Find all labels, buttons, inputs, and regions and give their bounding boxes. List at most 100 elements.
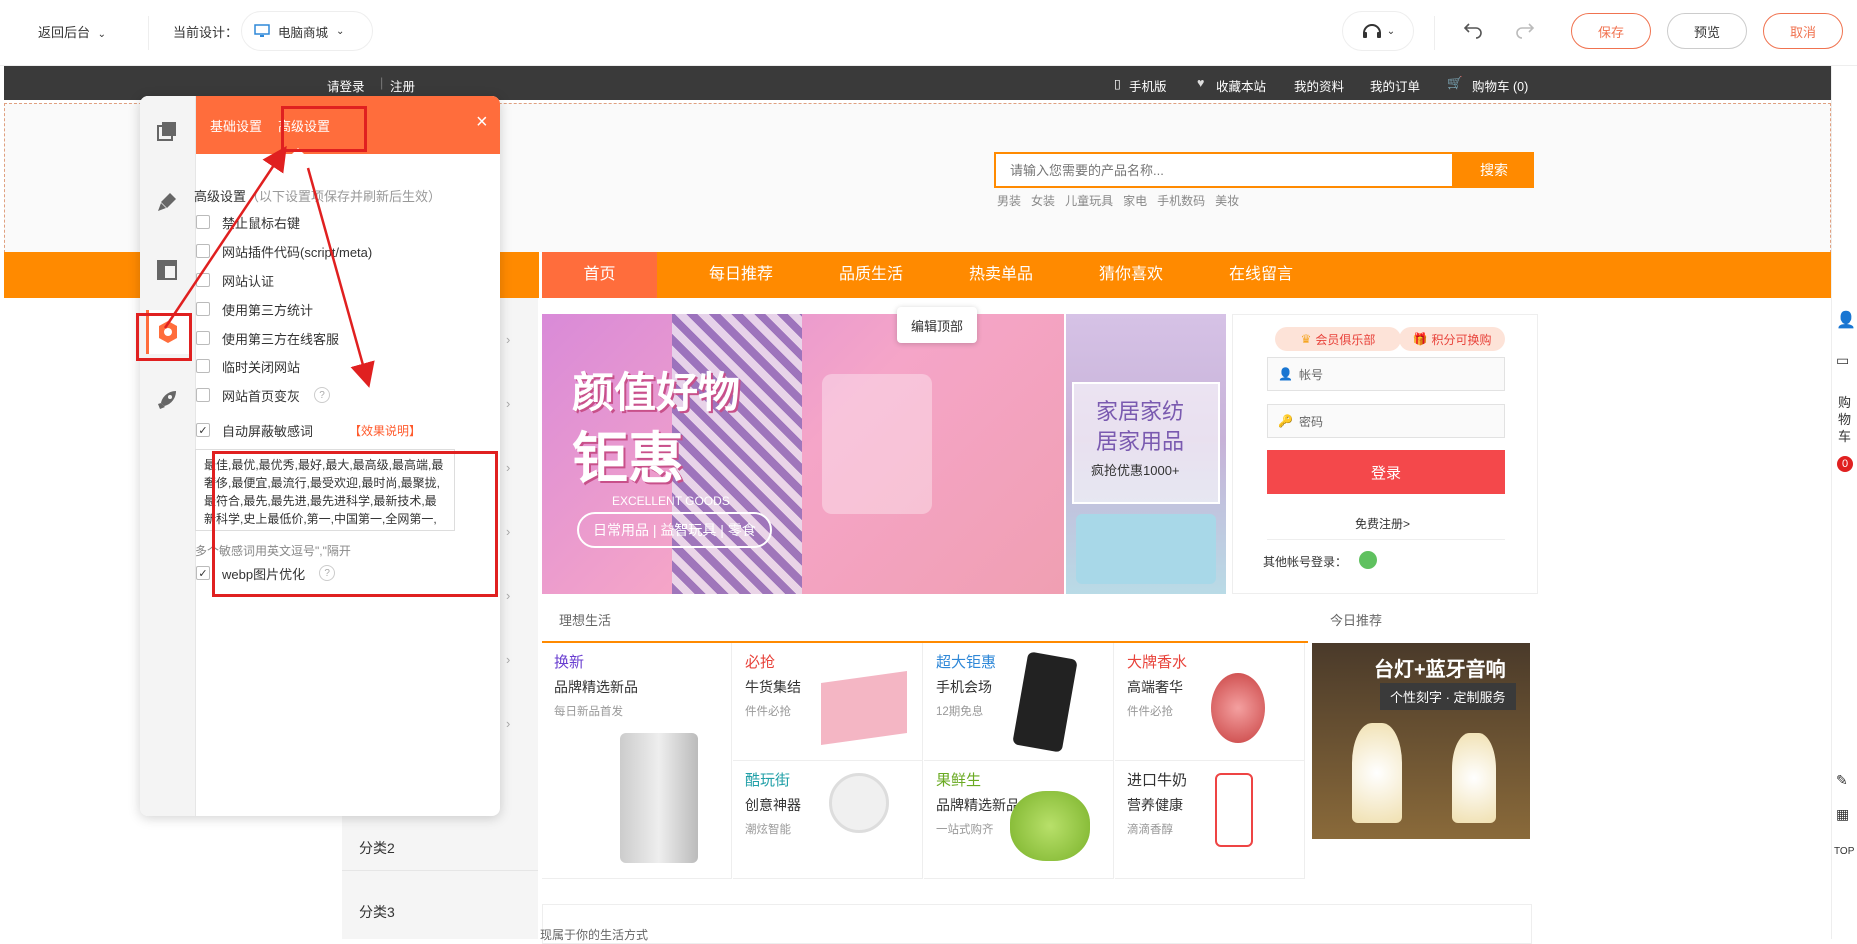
design-select[interactable]: 电脑商城 ⌄ — [241, 11, 373, 51]
cart-count-badge: 0 — [1837, 456, 1853, 472]
option-label: 使用第三方在线客服 — [222, 331, 340, 347]
hot-word[interactable]: 美妆 — [1215, 194, 1239, 208]
gift-icon: 🎁 — [1412, 332, 1428, 346]
checkbox[interactable] — [196, 244, 210, 258]
product-cell[interactable]: 换新 品牌精选新品 每日新品首发 — [542, 643, 732, 879]
favorite-link[interactable]: 收藏本站 — [1216, 76, 1266, 95]
nav-item-hot[interactable]: 热卖单品 — [936, 252, 1066, 298]
mobile-link[interactable]: 手机版 — [1129, 76, 1167, 95]
redo-icon[interactable] — [1515, 21, 1535, 41]
tab-basic-settings[interactable]: 基础设置 — [210, 116, 262, 135]
checkbox[interactable] — [196, 359, 210, 373]
hot-word[interactable]: 儿童玩具 — [1065, 194, 1113, 208]
undo-icon[interactable] — [1463, 21, 1483, 41]
back-label: 返回后台 — [38, 25, 91, 40]
search-button[interactable]: 搜索 — [1454, 152, 1534, 188]
register-link[interactable]: 免费注册> — [1355, 515, 1410, 532]
divider — [1267, 539, 1505, 540]
hot-word[interactable]: 男装 — [997, 194, 1021, 208]
chevron-right-icon: › — [506, 588, 511, 603]
option-disable-right-click[interactable]: 禁止鼠标右键 — [196, 212, 300, 232]
back-to-top-button[interactable]: TOP — [1834, 846, 1854, 857]
option-plugin-code[interactable]: 网站插件代码(script/meta) — [196, 241, 372, 261]
nav-item-home[interactable]: 首页 — [542, 252, 657, 298]
cart-link[interactable]: 购物车 (0) — [1472, 76, 1528, 95]
option-label: 自动屏蔽敏感词 — [222, 423, 314, 439]
account-placeholder: 帐号 — [1298, 367, 1323, 382]
profile-link[interactable]: 我的资料 — [1294, 76, 1344, 95]
wechat-icon[interactable] — [1359, 551, 1377, 569]
cancel-button[interactable]: 取消 — [1763, 13, 1843, 49]
main-banner[interactable]: 颜值好物 钜惠 EXCELLENT GOODS 日常用品 | 益智玩具 | 零食 — [542, 314, 1064, 594]
checkbox[interactable] — [196, 302, 210, 316]
nav-item-daily[interactable]: 每日推荐 — [676, 252, 806, 298]
brush-icon[interactable] — [156, 191, 178, 213]
layout-icon[interactable] — [156, 259, 178, 281]
hot-word[interactable]: 女装 — [1031, 194, 1055, 208]
product-note: 每日新品首发 — [554, 706, 623, 718]
rocket-icon[interactable] — [156, 389, 178, 411]
login-link[interactable]: 请登录 — [327, 76, 365, 95]
customer-service-button[interactable]: ⌄ — [1342, 11, 1414, 51]
hot-word[interactable]: 家电 — [1123, 194, 1147, 208]
layers-icon[interactable] — [156, 120, 178, 142]
product-cell[interactable]: 进口牛奶 营养健康 滴滴香醇 — [1115, 761, 1305, 879]
option-third-party-service[interactable]: 使用第三方在线客服 — [196, 328, 339, 348]
nav-item-guess[interactable]: 猜你喜欢 — [1066, 252, 1196, 298]
message-icon[interactable]: ▭ — [1836, 352, 1849, 369]
checkbox[interactable] — [196, 388, 210, 402]
promo-banner[interactable]: 台灯+蓝牙音响 个性刻字 · 定制服务 — [1312, 643, 1530, 839]
back-button[interactable]: 返回后台 ⌄ — [38, 22, 106, 41]
checkbox-checked[interactable]: ✓ — [196, 423, 210, 437]
edit-header-tooltip[interactable]: 编辑顶部 — [897, 307, 977, 343]
product-cell[interactable]: 大牌香水 高端奢华 件件必抢 — [1115, 643, 1305, 761]
cart-label[interactable]: 购物车 — [1838, 394, 1852, 445]
product-title: 进口牛奶 — [1127, 772, 1188, 789]
login-button[interactable]: 登录 — [1267, 450, 1505, 494]
checkbox[interactable] — [196, 273, 210, 287]
register-link[interactable]: 注册 — [390, 76, 415, 95]
chevron-down-icon: ⌄ — [336, 25, 345, 37]
product-note: 12期免息 — [936, 706, 984, 718]
orders-link[interactable]: 我的订单 — [1370, 76, 1420, 95]
banner-title: 颜值好物 — [572, 369, 741, 416]
bottom-section — [542, 904, 1532, 944]
points-badge: 🎁 积分可换购 — [1399, 327, 1505, 351]
product-note: 件件必抢 — [745, 706, 791, 718]
edit-icon[interactable]: ✎ — [1836, 772, 1848, 789]
cart-icon: 🛒 — [1447, 76, 1463, 90]
product-cell[interactable]: 必抢 牛货集结 件件必抢 — [733, 643, 923, 761]
checkbox[interactable] — [196, 331, 210, 345]
category-item[interactable]: 分类3 — [359, 902, 395, 922]
product-cell[interactable]: 果鲜生 品牌精选新品 一站式购齐 — [924, 761, 1114, 879]
nav-item-quality[interactable]: 品质生活 — [806, 252, 936, 298]
option-close-site[interactable]: 临时关闭网站 — [196, 356, 300, 376]
close-icon[interactable]: × — [476, 112, 488, 132]
product-cell[interactable]: 酷玩街 创意神器 潮炫智能 — [733, 761, 923, 879]
monitor-icon — [254, 24, 270, 37]
product-cell[interactable]: 超大钜惠 手机会场 12期免息 — [924, 643, 1114, 761]
home-banner[interactable]: 家居家纺 居家用品 疯抢优惠1000+ — [1066, 314, 1226, 594]
save-button[interactable]: 保存 — [1571, 13, 1651, 49]
nav-item-message[interactable]: 在线留言 — [1196, 252, 1326, 298]
preview-button[interactable]: 预览 — [1667, 13, 1747, 49]
lamp-image — [1352, 723, 1402, 823]
qrcode-icon[interactable]: ▦ — [1836, 806, 1849, 823]
option-site-verification[interactable]: 网站认证 — [196, 270, 274, 290]
category-item[interactable]: 分类2 — [359, 838, 395, 858]
option-sensitive-words[interactable]: ✓ 自动屏蔽敏感词 【效果说明】 — [196, 420, 421, 440]
effect-explanation-link[interactable]: 【效果说明】 — [349, 422, 421, 439]
option-third-party-stats[interactable]: 使用第三方统计 — [196, 299, 313, 319]
checkbox[interactable] — [196, 215, 210, 229]
hot-word[interactable]: 手机数码 — [1157, 194, 1205, 208]
perfume-image — [1211, 673, 1265, 743]
user-icon[interactable]: 👤 — [1836, 310, 1856, 330]
search-input[interactable] — [994, 152, 1454, 188]
account-input[interactable]: 👤 帐号 — [1267, 357, 1505, 391]
annotation-box-sensitive-words — [212, 451, 498, 597]
help-icon[interactable]: ? — [314, 387, 331, 403]
password-input[interactable]: 🔑 密码 — [1267, 404, 1505, 438]
option-gray-homepage[interactable]: 网站首页变灰? — [196, 385, 331, 405]
checkbox-checked[interactable]: ✓ — [196, 566, 210, 580]
section-daily-title: 今日推荐 — [1330, 613, 1383, 628]
